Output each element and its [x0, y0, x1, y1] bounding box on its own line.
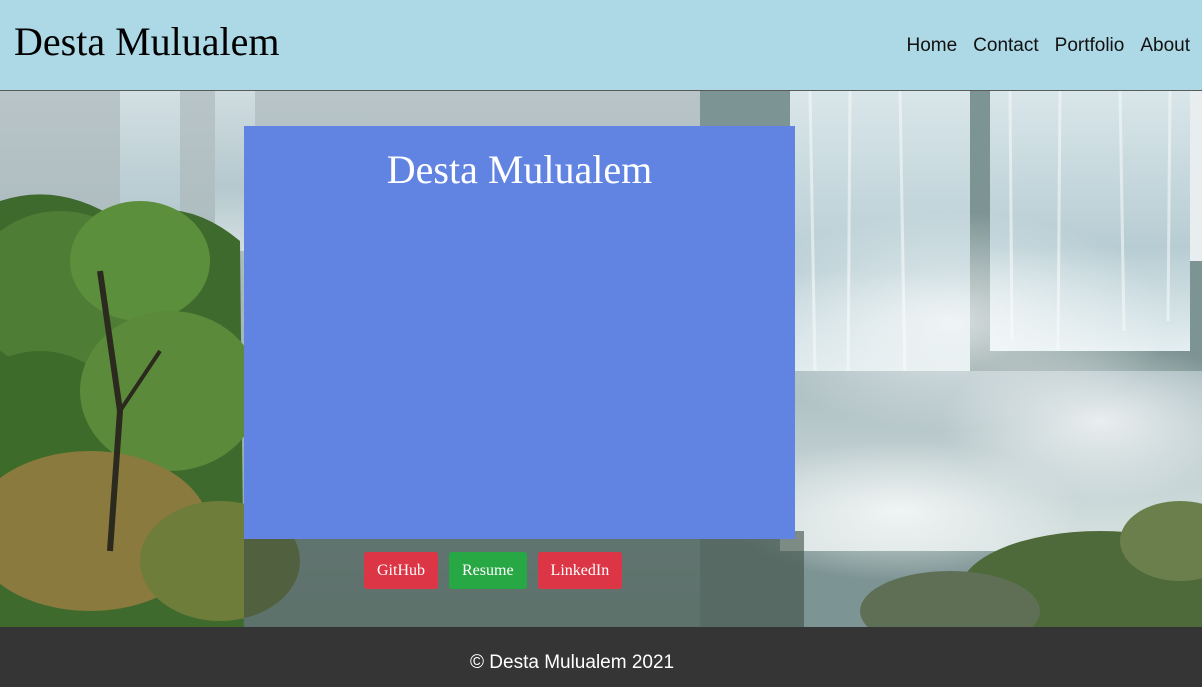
github-button[interactable]: GitHub	[364, 552, 438, 589]
hero-section: Desta Mulualem GitHub Resume LinkedIn	[0, 91, 1202, 627]
card-title: Desta Mulualem	[386, 147, 653, 192]
site-brand[interactable]: Desta Mulualem	[14, 18, 280, 66]
copyright-text: © Desta Mulualem 2021	[470, 652, 675, 673]
nav-link-home[interactable]: Home	[906, 34, 957, 58]
nav-link-about[interactable]: About	[1140, 34, 1190, 58]
social-buttons: GitHub Resume LinkedIn	[364, 552, 623, 589]
nav-link-contact[interactable]: Contact	[973, 34, 1038, 58]
resume-button[interactable]: Resume	[449, 552, 527, 589]
intro-card: Desta Mulualem	[244, 126, 795, 539]
main-nav: Home Contact Portfolio About	[906, 34, 1190, 58]
nav-link-portfolio[interactable]: Portfolio	[1055, 34, 1125, 58]
linkedin-button[interactable]: LinkedIn	[537, 552, 623, 589]
site-header: Desta Mulualem Home Contact Portfolio Ab…	[0, 0, 1202, 91]
site-footer: © Desta Mulualem 2021	[0, 627, 1202, 687]
